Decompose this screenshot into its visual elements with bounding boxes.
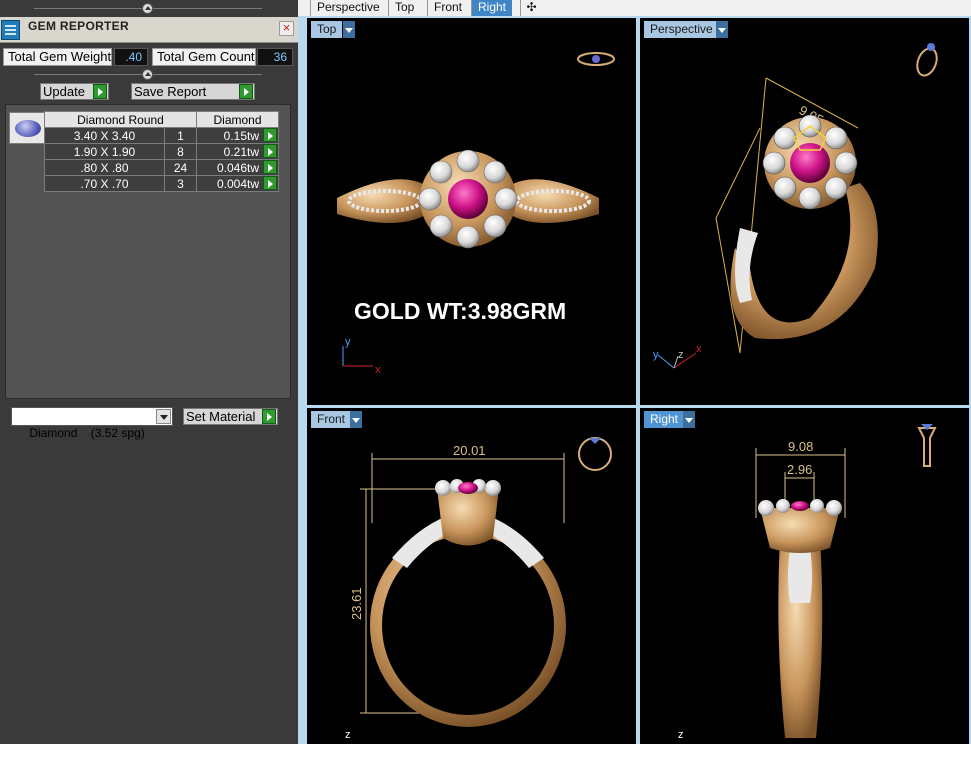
gem-count: 1 [164, 127, 197, 144]
viewport-tabbar: Perspective Top Front Right ✣ [298, 0, 971, 16]
total-gem-count-value: 36 [257, 48, 293, 66]
chevron-down-icon[interactable] [156, 409, 171, 424]
right-inner-width-dimension: 2.96 [787, 462, 812, 477]
material-header: Diamond [196, 111, 279, 128]
table-row[interactable]: .70 X .70 3 0.004tw [44, 175, 279, 192]
y-axis-label: y [345, 336, 351, 348]
x-axis-label: x [696, 343, 702, 355]
gem-weight-cell: 0.046tw [196, 159, 279, 176]
table-row[interactable]: .80 X .80 24 0.046tw [44, 159, 279, 176]
material-select[interactable]: Diamond (3.52 spg) [11, 407, 173, 440]
panel-header: GEM REPORTER × [0, 17, 298, 43]
material-select-value: Diamond (3.52 spg) [29, 426, 145, 440]
chevron-down-icon[interactable] [343, 21, 355, 38]
row-play-icon[interactable] [263, 128, 277, 142]
save-report-button[interactable]: Save Report [131, 83, 255, 100]
viewport-right[interactable]: 9.08 2.96 z Right [640, 408, 969, 744]
chevron-down-icon[interactable] [350, 411, 362, 428]
viewport-perspective[interactable]: 9.05 y z x Persp [640, 18, 969, 405]
total-gem-count-label: Total Gem Count [152, 48, 256, 66]
front-height-dimension: 23.61 [349, 587, 364, 620]
z-axis-label: z [678, 729, 684, 741]
x-axis-label: x [375, 364, 381, 376]
right-ring-render: 9.08 2.96 z [678, 424, 937, 741]
total-gem-weight-value: .40 [114, 48, 148, 66]
round-diamond-icon[interactable] [9, 112, 45, 144]
gem-size: .80 X .80 [44, 159, 165, 176]
z-axis-label: z [345, 729, 351, 741]
perspective-ring-render: 9.05 y z x [653, 43, 938, 369]
tab-top[interactable]: Top [388, 0, 418, 16]
gold-weight-annotation: GOLD WT:3.98GRM [354, 298, 567, 324]
gem-weight-cell: 0.15tw [196, 127, 279, 144]
save-report-button-label: Save Report [134, 84, 207, 99]
viewport-front[interactable]: 20.01 23.61 z Front [307, 408, 636, 744]
gem-weight: 0.21tw [223, 144, 259, 159]
gem-size: 1.90 X 1.90 [44, 143, 165, 160]
gem-count: 8 [164, 143, 197, 160]
gem-table: Diamond Round Diamond 3.40 X 3.40 1 0.15… [44, 111, 279, 192]
viewport-top[interactable]: y x Top GOLD WT:3.98GRM [307, 18, 636, 405]
right-width-dimension: 9.08 [788, 439, 813, 454]
table-row[interactable]: 1.90 X 1.90 8 0.21tw [44, 143, 279, 160]
viewport-label-perspective[interactable]: Perspective [644, 21, 719, 38]
front-width-dimension: 20.01 [453, 443, 486, 458]
update-button[interactable]: Update [40, 83, 109, 100]
collapse-up-icon[interactable] [142, 69, 153, 80]
set-material-button-label: Set Material [186, 409, 256, 424]
gem-size: 3.40 X 3.40 [44, 127, 165, 144]
set-material-button[interactable]: Set Material [183, 408, 278, 425]
collapse-up-icon[interactable] [142, 3, 153, 14]
front-ring-render: 20.01 23.61 z [345, 437, 612, 741]
panel-title: GEM REPORTER [28, 19, 129, 33]
update-play-icon[interactable] [93, 84, 107, 99]
save-report-play-icon[interactable] [239, 84, 253, 99]
viewport-label-front[interactable]: Front [311, 411, 352, 428]
close-icon[interactable]: × [279, 21, 294, 36]
chevron-down-icon[interactable] [683, 411, 695, 428]
z-axis-label: z [678, 349, 684, 361]
gem-weight: 0.15tw [223, 128, 259, 143]
gem-reporter-panel: GEM REPORTER × Total Gem Weight .40 Tota… [0, 0, 298, 744]
viewport-label-right[interactable]: Right [644, 411, 685, 428]
gem-weight: 0.046tw [216, 160, 259, 175]
gem-weight: 0.004tw [216, 176, 259, 191]
y-axis-label: y [653, 349, 659, 361]
gem-count: 3 [164, 175, 197, 192]
viewport-grid: y x Top GOLD WT:3.98GRM 9.05 [298, 16, 971, 744]
total-gem-weight-label: Total Gem Weight [3, 48, 112, 66]
gem-weight-cell: 0.004tw [196, 175, 279, 192]
top-ring-render: y x [337, 52, 615, 376]
chevron-down-icon[interactable] [716, 21, 728, 38]
viewport-label-top[interactable]: Top [311, 21, 343, 38]
row-play-icon[interactable] [263, 160, 277, 174]
shape-header: Diamond Round [44, 111, 197, 128]
row-play-icon[interactable] [263, 176, 277, 190]
tab-perspective[interactable]: Perspective [310, 0, 384, 16]
plus-icon[interactable]: ✣ [520, 0, 542, 16]
gem-count: 24 [164, 159, 197, 176]
tab-right[interactable]: Right [471, 0, 512, 16]
set-material-play-icon[interactable] [262, 409, 276, 424]
gem-reporter-logo-icon [1, 20, 20, 40]
gem-weight-cell: 0.21tw [196, 143, 279, 160]
tab-front[interactable]: Front [427, 0, 465, 16]
row-play-icon[interactable] [263, 144, 277, 158]
update-button-label: Update [43, 84, 85, 99]
gem-size: .70 X .70 [44, 175, 165, 192]
table-row[interactable]: 3.40 X 3.40 1 0.15tw [44, 127, 279, 144]
gem-list: Diamond Round Diamond 3.40 X 3.40 1 0.15… [5, 104, 291, 399]
